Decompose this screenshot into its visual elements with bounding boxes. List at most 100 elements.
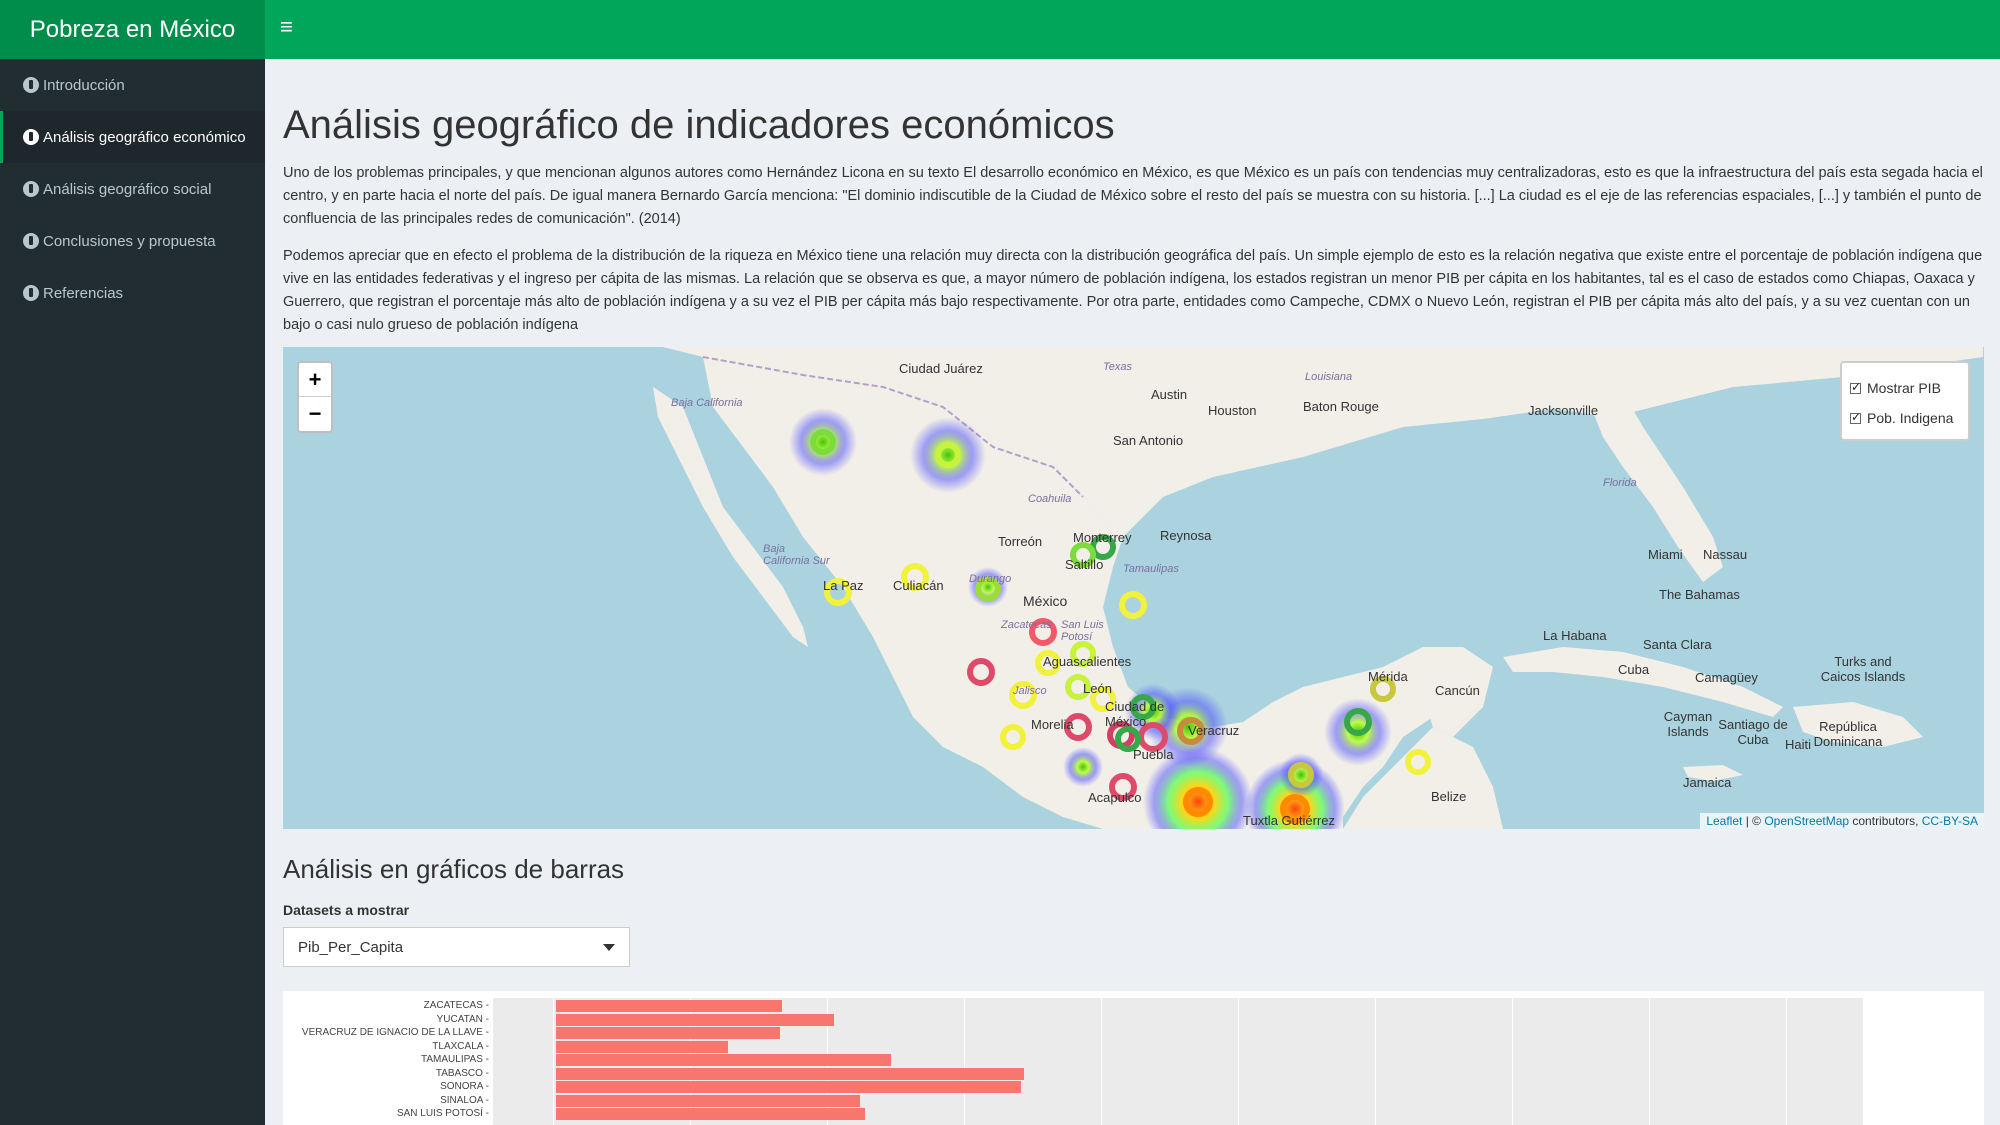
heat-point [1063,747,1103,787]
map-label: Haiti [1785,737,1812,752]
map-label: Zacatecas [1001,619,1052,631]
map-label: Durango [969,573,1012,585]
sidebar: Introducción Análisis geográfico económi… [0,59,265,1125]
map-label: Cuba [1618,662,1650,677]
dataset-select-label: Datasets a mostrar [283,902,410,918]
sidebar-item-referencias[interactable]: Referencias [0,267,265,319]
map-label: Coahuila [1028,493,1072,505]
sidebar-item-label: Análisis geográfico económico [43,128,246,146]
sidebar-item-label: Análisis geográfico social [43,180,212,198]
bar [556,1027,780,1039]
layers-control: Mostrar PIB Pob. Indigena [1840,361,1970,441]
bar [556,1054,892,1066]
bar-chart: ZACATECAS - YUCATAN - VERACRUZ DE IGNACIO … [283,991,1984,1125]
info-icon [23,285,39,301]
map-label: Saltillo [1065,557,1104,572]
main-content: Análisis geográfico de indicadores econó… [265,59,2000,1125]
layer-toggle-pib[interactable]: Mostrar PIB [1850,373,1960,403]
bar [556,1108,866,1120]
bar-category-label: ZACATECAS - [423,1000,489,1011]
leaflet-link[interactable]: Leaflet [1706,814,1742,828]
info-icon [23,129,39,145]
map-label: Tuxtla Gutiérrez [1243,813,1335,828]
app-title[interactable]: Pobreza en México [0,0,265,59]
chart-gridline [1923,998,1924,1125]
zoom-in-button[interactable]: + [299,363,331,397]
bar-category-label: SAN LUIS POTOSÍ - [396,1108,489,1119]
bar-category-label: SINALOA - [440,1094,489,1106]
attribution-text: contributors, [1849,814,1922,828]
bar [556,1013,835,1026]
checkbox[interactable] [1850,410,1861,424]
map-label: Morelia [1031,717,1074,732]
map-label: Florida [1603,477,1637,489]
map-label: San Luis Potosí [1061,619,1104,643]
map-label: Baja California [671,397,743,409]
bar-category-label: TLAXCALA - [432,1040,489,1052]
intro-paragraph: Uno de los problemas principales, y que … [283,165,1983,227]
map-label: Mérida [1368,669,1408,684]
map-label: Monterrey [1073,530,1132,545]
map-label: Culiacán [893,578,944,593]
license-link[interactable]: CC-BY-SA [1922,814,1978,828]
map-label: Jalisco [1013,685,1047,697]
attribution-sep: | © [1742,814,1765,828]
chart-gridline [1786,998,1787,1125]
map-label: Houston [1208,403,1257,418]
chart-gridline [1512,998,1513,1125]
map-label: Reynosa [1160,528,1212,543]
map-label: República Dominicana [1813,719,1883,749]
chart-gridline [1375,998,1376,1125]
map-label: Aguascalientes [1043,654,1132,669]
map-label: Santiago de Cuba [1718,717,1788,747]
map-label: La Habana [1543,628,1607,643]
sidebar-item-conclusiones[interactable]: Conclusiones y propuesta [0,215,265,267]
map-label: Ciudad Juárez [899,361,983,376]
map-label: Nassau [1703,547,1748,562]
menu-toggle-icon[interactable]: ≡ [280,16,293,38]
map-label: Jacksonville [1528,403,1599,418]
map-label: The Bahamas [1659,587,1740,602]
osm-link[interactable]: OpenStreetMap [1764,814,1849,828]
zoom-out-button[interactable]: − [299,397,331,431]
map-label: Puebla [1133,747,1174,762]
heat-point [910,417,986,493]
chart-gridline [553,998,554,1125]
chart-gridline [1101,998,1102,1125]
bar [556,1067,1024,1080]
info-icon [23,77,39,93]
layer-toggle-indigena[interactable]: Pob. Indigena [1850,403,1960,433]
layer-label: Pob. Indigena [1867,410,1954,426]
leaflet-map[interactable]: Ciudad Juárez Texas Louisiana Austin Hou… [283,347,1984,829]
sidebar-item-label: Introducción [43,76,125,94]
map-label: Jamaica [1683,775,1732,790]
map-label: México [1023,593,1068,609]
bar-category-label: SONORA - [440,1081,489,1092]
map-label: Belize [1431,789,1467,804]
bar-category-label: YUCATAN - [436,1013,489,1025]
map-label: Tamaulipas [1123,563,1179,575]
map-label: Miami [1648,547,1683,562]
chevron-down-icon [603,943,615,951]
map-label: San Antonio [1113,433,1184,448]
dataset-select[interactable]: Pib_Per_Capita [283,927,630,967]
analysis-paragraph: Podemos apreciar que en efecto el proble… [283,248,1983,333]
checkbox[interactable] [1850,380,1861,394]
chart-gridline [964,998,965,1125]
sidebar-item-label: Conclusiones y propuesta [43,232,216,250]
map-label: Veracruz [1188,723,1240,738]
map-label: La Paz [823,578,864,593]
sidebar-item-introduccion[interactable]: Introducción [0,59,265,111]
sidebar-item-analisis-economico[interactable]: Análisis geográfico económico [0,111,265,163]
map-label: Camagüey [1695,670,1758,685]
bar [556,1040,728,1053]
map-label: Baton Rouge [1303,399,1379,414]
bar-category-label: VERACRUZ DE IGNACIO DE LA LLAVE - [301,1027,489,1038]
sidebar-item-analisis-social[interactable]: Análisis geográfico social [0,163,265,215]
info-icon [23,181,39,197]
map-label: Santa Clara [1643,637,1712,652]
bar [556,1081,1022,1093]
map-label: Cancún [1435,683,1480,698]
pib-marker [1119,591,1147,619]
map-label: Acapulco [1088,790,1142,805]
